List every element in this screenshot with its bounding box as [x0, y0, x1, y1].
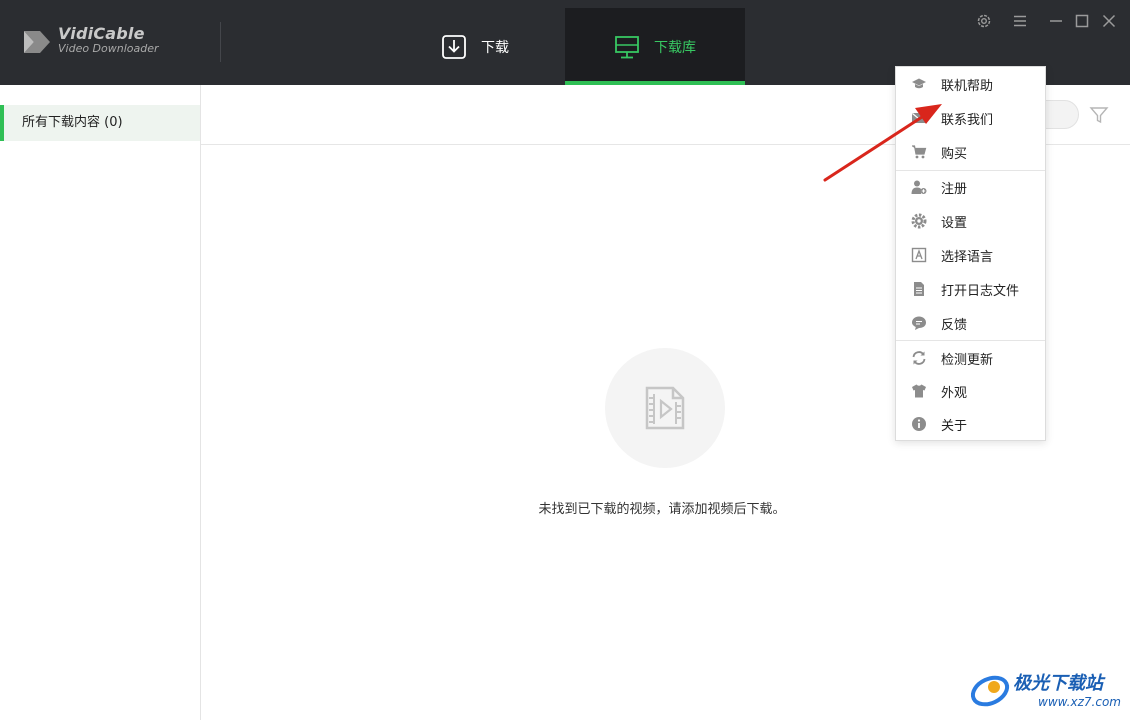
language-icon	[911, 247, 927, 263]
menu-item-select-language[interactable]: 选择语言	[896, 240, 1045, 270]
menu-item-appearance[interactable]: 外观	[896, 376, 1045, 406]
tab-library-label: 下载库	[654, 39, 696, 56]
tab-library[interactable]: 下载库	[565, 8, 745, 85]
site-watermark: 极光下载站 www.xz7.com	[968, 665, 1128, 715]
watermark-url: www.xz7.com	[1038, 695, 1121, 709]
menu-item-contact-us[interactable]: 联系我们	[896, 103, 1045, 133]
menu-item-buy[interactable]: 购买	[896, 137, 1045, 167]
user-add-icon	[911, 180, 927, 194]
cart-icon	[912, 145, 927, 159]
empty-state-illustration	[605, 348, 725, 468]
menu-item-settings[interactable]: 设置	[896, 206, 1045, 236]
title-divider	[220, 22, 221, 62]
menu-item-label: 购买	[941, 146, 968, 162]
empty-state-message: 未找到已下载的视频，请添加视频后下载。	[538, 502, 786, 517]
graduation-cap-icon	[912, 78, 926, 89]
menu-item-check-update[interactable]: 检测更新	[896, 343, 1045, 373]
sidebar-item-all-downloads[interactable]: 所有下载内容 (0)	[0, 105, 200, 141]
mail-icon	[912, 113, 926, 123]
app-logo: VidiCable Video Downloader	[22, 24, 222, 64]
tab-download-label: 下载	[481, 39, 509, 56]
menu-item-about[interactable]: 关于	[896, 409, 1045, 439]
video-file-icon	[645, 386, 685, 430]
watermark-logo-icon	[970, 675, 1010, 707]
menu-item-register[interactable]: 注册	[896, 172, 1045, 202]
menu-item-label: 选择语言	[941, 249, 994, 265]
menu-item-label: 联系我们	[941, 112, 994, 128]
menu-item-label: 注册	[941, 181, 968, 197]
maximize-icon[interactable]	[1073, 12, 1091, 30]
download-icon	[442, 34, 466, 59]
menu-separator	[896, 170, 1045, 171]
app-subtitle: Video Downloader	[58, 42, 159, 55]
tshirt-icon	[912, 384, 926, 398]
menu-item-label: 设置	[941, 215, 968, 231]
watermark-text: 极光下载站	[1013, 673, 1103, 694]
menu-separator	[896, 340, 1045, 341]
menu-item-label: 反馈	[941, 317, 968, 333]
settings-dropdown-menu: 联机帮助 联系我们 购买 注册 设置 选择语言 打开日志文件 反馈 检测更新 外…	[895, 66, 1046, 441]
menu-item-feedback[interactable]: 反馈	[896, 308, 1045, 338]
document-icon	[914, 282, 924, 296]
library-monitor-icon	[615, 35, 639, 58]
gear-icon	[911, 213, 927, 229]
menu-item-online-help[interactable]: 联机帮助	[896, 69, 1045, 99]
gear-icon[interactable]	[975, 12, 993, 30]
info-icon	[912, 417, 926, 431]
app-name: VidiCable	[58, 24, 145, 43]
vidicable-logo-icon	[24, 31, 50, 53]
menu-item-open-log-file[interactable]: 打开日志文件	[896, 274, 1045, 304]
menu-icon[interactable]	[1011, 12, 1029, 30]
close-icon[interactable]	[1100, 12, 1118, 30]
menu-item-label: 关于	[941, 418, 968, 434]
minimize-icon[interactable]	[1047, 12, 1065, 30]
menu-item-label: 检测更新	[941, 352, 994, 368]
filter-icon[interactable]	[1089, 105, 1109, 125]
refresh-icon	[912, 351, 926, 365]
chat-bubble-icon	[912, 316, 926, 330]
sidebar: 所有下载内容 (0)	[0, 85, 201, 720]
menu-item-label: 外观	[941, 385, 968, 401]
menu-item-label: 联机帮助	[941, 78, 994, 94]
menu-item-label: 打开日志文件	[941, 283, 1020, 299]
tab-download[interactable]: 下载	[400, 8, 550, 85]
